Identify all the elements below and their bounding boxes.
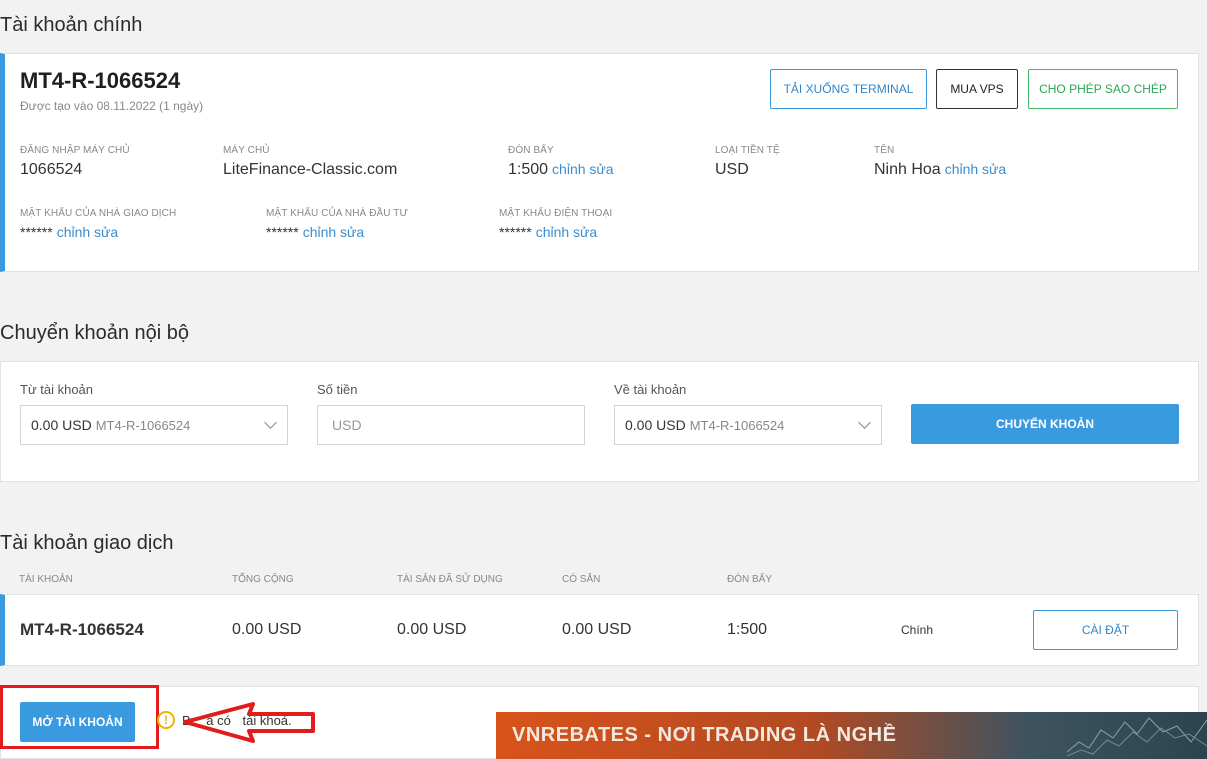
phone-password-field: ****** chỉnh sửa xyxy=(499,224,597,240)
investor-password-label: MẬT KHẨU CỦA NHÀ ĐẦU TƯ xyxy=(266,208,409,219)
internal-transfer-title: Chuyển khoản nội bộ xyxy=(0,322,190,344)
server-login-label: ĐĂNG NHẬP MÁY CHỦ xyxy=(20,145,130,156)
edit-investor-password-link[interactable]: chỉnh sửa xyxy=(303,224,365,240)
from-account-id: MT4-R-1066524 xyxy=(95,417,191,433)
row-leverage: 1:500 xyxy=(727,621,768,638)
annotation-highlight-box xyxy=(0,685,159,749)
download-terminal-button[interactable]: TẢI XUỐNG TERMINAL xyxy=(770,69,927,109)
leverage-field: 1:500 chỉnh sửa xyxy=(508,161,614,179)
column-header-account: TÀI KHOẢN xyxy=(19,574,73,585)
investor-password-field: ****** chỉnh sửa xyxy=(266,224,364,240)
edit-name-link[interactable]: chỉnh sửa xyxy=(945,161,1007,177)
from-account-amount: 0.00 USD xyxy=(31,417,92,433)
chevron-down-icon xyxy=(264,416,277,429)
allow-copy-button[interactable]: CHO PHÉP SAO CHÉP xyxy=(1028,69,1178,109)
server-label: MÁY CHỦ xyxy=(223,145,270,156)
row-account-id: MT4-R-1066524 xyxy=(20,620,144,639)
leverage-label: ĐÒN BẨY xyxy=(508,145,554,156)
buy-vps-button[interactable]: MUA VPS xyxy=(936,69,1018,109)
phone-password-label: MẬT KHẨU ĐIỆN THOẠI xyxy=(499,208,613,219)
account-id: MT4-R-1066524 xyxy=(20,68,181,93)
edit-phone-password-link[interactable]: chỉnh sửa xyxy=(536,224,598,240)
trader-password-field: ****** chỉnh sửa xyxy=(20,224,118,240)
banner-text: VNREBATES - NƠI TRADING LÀ NGHỀ xyxy=(512,724,897,746)
trading-account-row: MT4-R-1066524 0.00 USD 0.00 USD 0.00 USD… xyxy=(0,594,1199,666)
transfer-button[interactable]: CHUYỂN KHOẢN xyxy=(911,404,1179,444)
to-account-select[interactable]: 0.00 USD MT4-R-1066524 xyxy=(614,405,882,445)
column-header-total: TỔNG CỘNG xyxy=(232,574,294,585)
name-field: Ninh Hoa chỉnh sửa xyxy=(874,161,1006,179)
settings-button[interactable]: CÀI ĐẶT xyxy=(1033,610,1178,650)
to-account-amount: 0.00 USD xyxy=(625,417,686,433)
column-header-available: CÓ SẴN xyxy=(562,574,601,585)
leverage-value: 1:500 xyxy=(508,161,549,178)
investor-password-value: ****** xyxy=(266,224,299,240)
row-account-type: Chính xyxy=(901,623,934,637)
to-account-id: MT4-R-1066524 xyxy=(689,417,785,433)
from-account-label: Từ tài khoản xyxy=(20,382,94,397)
column-header-leverage: ĐÒN BẨY xyxy=(727,574,773,585)
main-account-title: Tài khoản chính xyxy=(0,14,143,36)
edit-trader-password-link[interactable]: chỉnh sửa xyxy=(57,224,119,240)
trading-accounts-title: Tài khoản giao dịch xyxy=(0,532,174,554)
arrow-annotation-icon xyxy=(183,702,315,743)
row-used: 0.00 USD xyxy=(397,621,467,638)
amount-label: Số tiền xyxy=(317,382,358,397)
column-header-used: TÀI SẢN ĐÃ SỬ DỤNG xyxy=(397,574,503,585)
account-created-date: Được tạo vào 08.11.2022 (1 ngày) xyxy=(20,99,204,113)
from-account-select[interactable]: 0.00 USD MT4-R-1066524 xyxy=(20,405,288,445)
trader-password-value: ****** xyxy=(20,224,53,240)
server-value: LiteFinance-Classic.com xyxy=(223,161,398,178)
main-account-card: MT4-R-1066524 Được tạo vào 08.11.2022 (1… xyxy=(0,53,1199,272)
row-available: 0.00 USD xyxy=(562,621,632,638)
phone-password-value: ****** xyxy=(499,224,532,240)
amount-input[interactable]: USD xyxy=(317,405,585,445)
chevron-down-icon xyxy=(858,416,871,429)
to-account-label: Về tài khoản xyxy=(614,382,687,397)
edit-leverage-link[interactable]: chỉnh sửa xyxy=(552,161,614,177)
internal-transfer-card: Từ tài khoản 0.00 USD MT4-R-1066524 Số t… xyxy=(0,361,1199,482)
server-login-value: 1066524 xyxy=(20,161,83,178)
name-label: TÊN xyxy=(874,145,895,156)
trader-password-label: MẬT KHẨU CỦA NHÀ GIAO DỊCH xyxy=(20,208,177,219)
vnrebates-banner: VNREBATES - NƠI TRADING LÀ NGHỀ xyxy=(496,712,1207,759)
currency-value: USD xyxy=(715,161,749,178)
currency-label: LOẠI TIỀN TỆ xyxy=(715,145,780,156)
name-value: Ninh Hoa xyxy=(874,161,941,178)
chart-lines-icon xyxy=(1067,717,1207,757)
row-total: 0.00 USD xyxy=(232,621,302,638)
